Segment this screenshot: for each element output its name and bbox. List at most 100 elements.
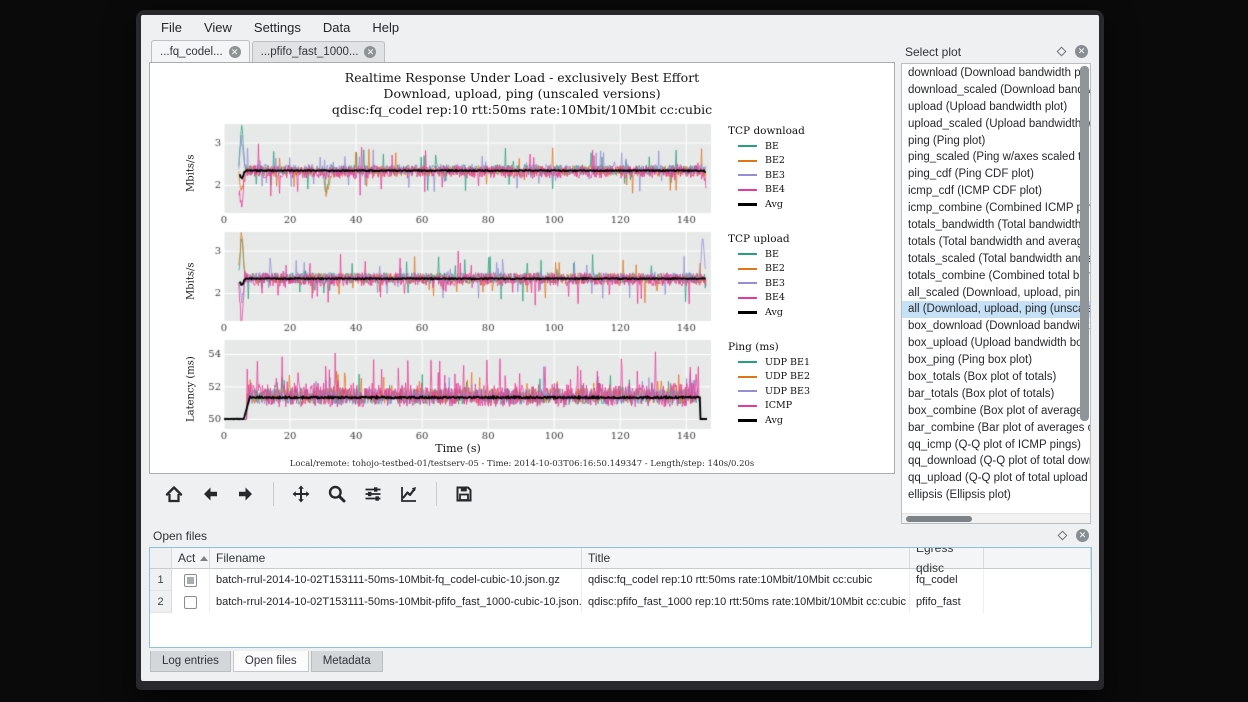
dock-close-icon[interactable]: ✕ xyxy=(1076,529,1089,542)
ping-chart[interactable] xyxy=(198,336,718,442)
vertical-scrollbar-thumb[interactable] xyxy=(1080,66,1089,421)
tab-close-icon[interactable]: ✕ xyxy=(229,46,241,58)
matplotlib-toolbar xyxy=(149,474,895,514)
plot-type-item[interactable]: box_upload (Upload bandwidth box plot) xyxy=(902,335,1090,352)
edit-axes-button[interactable] xyxy=(394,479,424,509)
tab-close-icon[interactable]: ✕ xyxy=(364,46,376,58)
menu-help[interactable]: Help xyxy=(362,17,409,38)
egress-qdisc-cell[interactable]: fq_codel xyxy=(910,569,984,591)
plot-type-item[interactable]: totals_scaled (Total bandwidth and avera… xyxy=(902,251,1090,268)
pan-icon xyxy=(291,484,311,504)
legend-title: Ping (ms) xyxy=(718,341,868,353)
dock-float-icon[interactable] xyxy=(1058,531,1068,541)
tcp-download-chart[interactable] xyxy=(198,120,718,226)
legend-series-label: UDP BE1 xyxy=(765,357,810,368)
bottom-tab-log-entries[interactable]: Log entries xyxy=(150,651,231,672)
legend-series-label: Avg xyxy=(765,199,783,210)
plot-type-item[interactable]: qq_upload (Q-Q plot of total upload band… xyxy=(902,470,1090,487)
plot-type-item[interactable]: all_scaled (Download, upload, ping (scal… xyxy=(902,285,1090,302)
plot-type-item[interactable]: icmp_combine (Combined ICMP ping plot) xyxy=(902,200,1090,217)
egress-qdisc-cell[interactable]: pfifo_fast xyxy=(910,591,984,613)
pan-button[interactable] xyxy=(286,479,316,509)
column-header-title[interactable]: Title xyxy=(582,548,910,569)
forward-button[interactable] xyxy=(231,479,261,509)
plot-type-item[interactable]: box_combine (Box plot of averages of sev… xyxy=(902,403,1090,420)
legend-series-label: BE3 xyxy=(765,278,785,289)
title-cell[interactable]: qdisc:fq_codel rep:10 rtt:50ms rate:10Mb… xyxy=(582,569,910,591)
menu-bar: FileViewSettingsDataHelp xyxy=(141,15,1099,40)
open-files-dock-title: Open files xyxy=(153,529,1059,543)
toolbar-separator xyxy=(436,482,437,506)
dock-close-icon[interactable]: ✕ xyxy=(1075,45,1088,58)
column-header-filename[interactable]: Filename xyxy=(210,548,582,569)
plot-type-item[interactable]: upload_scaled (Upload bandwidth w/axes s… xyxy=(902,116,1090,133)
plot-type-item[interactable]: box_ping (Ping box plot) xyxy=(902,352,1090,369)
plot-type-item[interactable]: box_totals (Box plot of totals) xyxy=(902,369,1090,386)
plot-type-item[interactable]: totals (Total bandwidth and average ping… xyxy=(902,234,1090,251)
bottom-tab-metadata[interactable]: Metadata xyxy=(311,651,383,672)
plot-type-item[interactable]: icmp_cdf (ICMP CDF plot) xyxy=(902,183,1090,200)
ping-subplot: Latency (ms) Ping (ms)UDP BE1UDP BE2UDP … xyxy=(150,336,894,442)
window-content: FileViewSettingsDataHelp ...fq_codel...✕… xyxy=(141,15,1099,681)
legend-series-label: UDP BE3 xyxy=(765,386,810,397)
filename-cell[interactable]: batch-rrul-2014-10-02T153111-50ms-10Mbit… xyxy=(210,591,582,613)
horizontal-scrollbar-thumb[interactable] xyxy=(906,516,972,522)
bottom-tab-open-files[interactable]: Open files xyxy=(233,651,309,672)
plot-type-item[interactable]: bar_totals (Box plot of totals) xyxy=(902,386,1090,403)
plot-type-item[interactable]: ping_cdf (Ping CDF plot) xyxy=(902,166,1090,183)
active-checkbox-cell[interactable] xyxy=(172,591,210,613)
filename-cell[interactable]: batch-rrul-2014-10-02T153111-50ms-10Mbit… xyxy=(210,569,582,591)
document-tab-1[interactable]: ...fq_codel...✕ xyxy=(151,40,250,62)
plot-type-item[interactable]: totals_combine (Combined total bandwidth… xyxy=(902,268,1090,285)
plot-type-item[interactable]: download_scaled (Download bandwidth w/ax… xyxy=(902,82,1090,99)
dock-float-icon[interactable] xyxy=(1057,47,1067,57)
column-header-act[interactable]: Act xyxy=(172,548,210,569)
active-checkbox-cell[interactable] xyxy=(172,569,210,591)
menu-settings[interactable]: Settings xyxy=(244,17,311,38)
plot-type-item[interactable]: all (Download, upload, ping (unscaled ve… xyxy=(902,301,1090,318)
figure-title-line1: Realtime Response Under Load - exclusive… xyxy=(150,70,894,86)
legend-swatch xyxy=(738,376,757,378)
menu-data[interactable]: Data xyxy=(313,17,360,38)
plot-type-item[interactable]: ping_scaled (Ping w/axes scaled to remov… xyxy=(902,149,1090,166)
legend-item: UDP BE3 xyxy=(718,384,868,399)
plot-type-item[interactable]: totals_bandwidth (Total bandwidth) xyxy=(902,217,1090,234)
legend-series-label: UDP BE2 xyxy=(765,371,810,382)
menu-view[interactable]: View xyxy=(194,17,242,38)
menu-file[interactable]: File xyxy=(151,17,192,38)
zoom-to-rect-button[interactable] xyxy=(322,479,352,509)
select-plot-dock-header: Select plot ✕ xyxy=(901,42,1091,61)
column-header-egress-qdisc[interactable]: Egress qdisc xyxy=(910,548,984,569)
plot-type-item[interactable]: bar_combine (Bar plot of averages of sev… xyxy=(902,420,1090,437)
column-header-blank[interactable] xyxy=(984,548,1091,569)
open-files-table: ActFilenameTitleEgress qdisc 1 batch-rrul-… xyxy=(149,547,1092,648)
home-button[interactable] xyxy=(159,479,189,509)
legend-item: BE xyxy=(718,139,868,154)
tcp-upload-chart[interactable] xyxy=(198,228,718,334)
legend-item: BE4 xyxy=(718,183,868,198)
legend-item: UDP BE1 xyxy=(718,355,868,370)
plot-type-item[interactable]: qq_icmp (Q-Q plot of ICMP pings) xyxy=(902,437,1090,454)
back-button[interactable] xyxy=(195,479,225,509)
figure-panel[interactable]: Realtime Response Under Load - exclusive… xyxy=(149,62,895,474)
column-header-blank[interactable] xyxy=(150,548,172,569)
horizontal-scrollbar-track[interactable] xyxy=(902,513,1090,523)
plot-type-item[interactable]: box_download (Download bandwidth box plo… xyxy=(902,318,1090,335)
legend-swatch xyxy=(738,268,757,270)
configure-subplots-button[interactable] xyxy=(358,479,388,509)
active-checkbox[interactable] xyxy=(184,574,197,587)
legend-swatch xyxy=(738,390,757,392)
filler-cell xyxy=(984,569,1091,591)
sliders-icon xyxy=(363,484,383,504)
save-button[interactable] xyxy=(449,479,479,509)
title-cell[interactable]: qdisc:pfifo_fast_1000 rep:10 rtt:50ms ra… xyxy=(582,591,910,613)
plot-type-item[interactable]: upload (Upload bandwidth plot) xyxy=(902,99,1090,116)
document-tab-2[interactable]: ...pfifo_fast_1000...✕ xyxy=(252,41,386,62)
plot-type-item[interactable]: ping (Ping plot) xyxy=(902,133,1090,150)
active-checkbox[interactable] xyxy=(184,596,197,609)
plot-type-item[interactable]: qq_download (Q-Q plot of total download … xyxy=(902,453,1090,470)
row-number: 1 xyxy=(150,569,172,591)
legend-series-label: BE2 xyxy=(765,263,785,274)
plot-type-item[interactable]: download (Download bandwidth plot) xyxy=(902,65,1090,82)
plot-type-item[interactable]: ellipsis (Ellipsis plot) xyxy=(902,487,1090,504)
